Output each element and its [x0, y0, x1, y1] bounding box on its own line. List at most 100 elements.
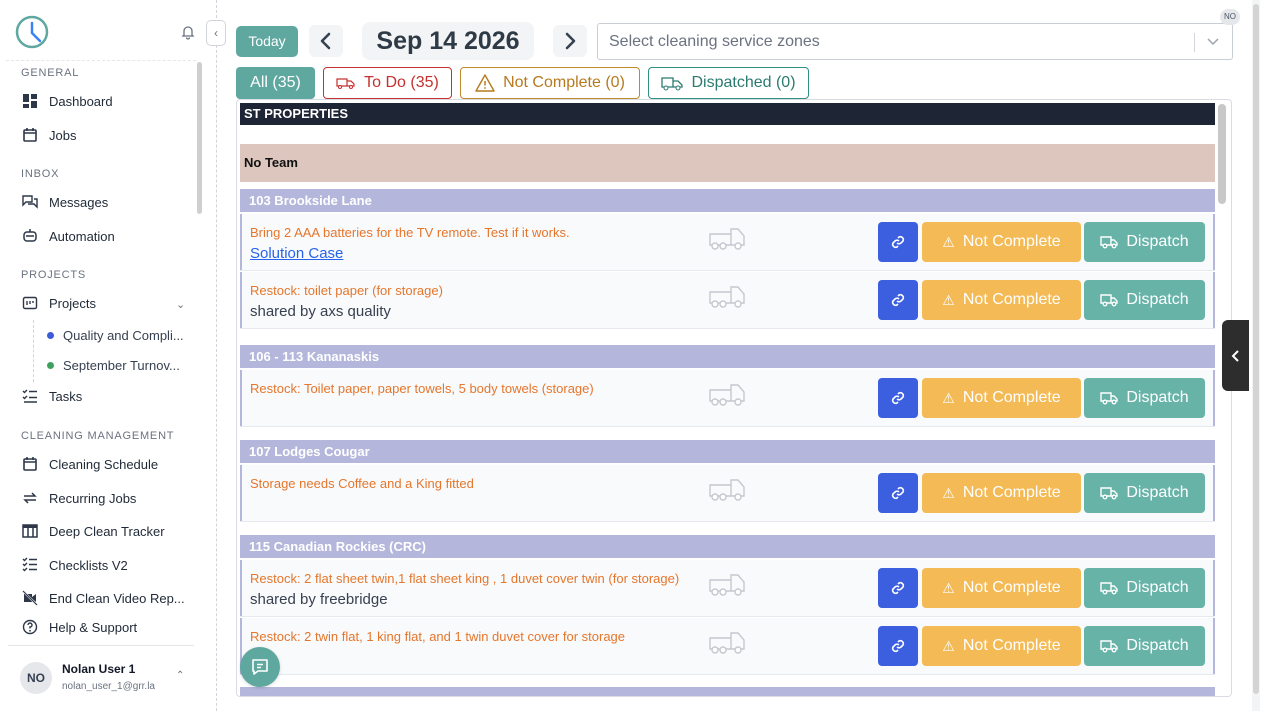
section-projects: PROJECTS — [21, 269, 87, 281]
property-header: 103 Brookside Lane — [240, 189, 1215, 212]
sidebar-item-recurring-jobs[interactable]: Recurring Jobs — [21, 487, 136, 509]
copy-link-button[interactable] — [878, 378, 918, 418]
next-day-button[interactable] — [553, 25, 587, 57]
calendar-icon — [21, 126, 39, 144]
tasks-icon — [21, 387, 39, 405]
not-complete-button[interactable]: ⚠ Not Complete — [922, 222, 1081, 262]
service-zone-select[interactable]: Select cleaning service zones — [597, 23, 1233, 60]
tab-dispatched[interactable]: Dispatched (0) — [648, 67, 809, 99]
not-complete-button[interactable]: ⚠ Not Complete — [922, 568, 1081, 608]
truck-icon — [709, 226, 745, 250]
shared-by-text: shared by freebridge — [250, 591, 388, 608]
copy-link-button[interactable] — [878, 626, 918, 666]
warning-icon: ⚠ — [942, 291, 955, 308]
collapse-sidebar-button[interactable]: ‹ — [206, 20, 226, 46]
repeat-icon — [21, 489, 39, 507]
not-complete-button[interactable]: ⚠ Not Complete — [922, 473, 1081, 513]
sidebar-item-deep-clean[interactable]: Deep Clean Tracker — [21, 520, 165, 542]
user-email: nolan_user_1@grr.la — [62, 681, 155, 692]
dispatch-button[interactable]: Dispatch — [1084, 568, 1205, 608]
task-description: Restock: Toilet paper, paper towels, 5 b… — [250, 381, 594, 396]
chevron-down-icon[interactable] — [1205, 33, 1221, 49]
sidebar-item-end-clean-video[interactable]: End Clean Video Rep... — [21, 587, 185, 609]
today-button[interactable]: Today — [236, 26, 298, 57]
copy-link-button[interactable] — [878, 280, 918, 320]
warning-icon: ⚠ — [942, 389, 955, 406]
button-label: Not Complete — [962, 484, 1061, 501]
robot-icon — [21, 227, 39, 245]
not-complete-button[interactable]: ⚠ Not Complete — [922, 626, 1081, 666]
previous-day-button[interactable] — [309, 25, 343, 57]
chevron-up-icon[interactable]: ⌃ — [176, 670, 184, 681]
sidebar-item-label: Tasks — [49, 388, 83, 404]
link-icon — [891, 235, 905, 249]
dispatch-button[interactable]: Dispatch — [1084, 473, 1205, 513]
sidebar-item-messages[interactable]: Messages — [21, 191, 108, 213]
schedule-board: ST PROPERTIES No Team 103 Brookside Lane… — [236, 99, 1232, 697]
dispatch-button[interactable]: Dispatch — [1084, 626, 1205, 666]
project-color-dot — [47, 362, 54, 369]
button-label: Dispatch — [1126, 291, 1189, 308]
tab-label: Not Complete (0) — [503, 74, 625, 91]
chat-button[interactable] — [240, 647, 280, 687]
link-icon — [891, 293, 905, 307]
link-icon — [891, 639, 905, 653]
sidebar-item-automation[interactable]: Automation — [21, 225, 115, 247]
copy-link-button[interactable] — [878, 473, 918, 513]
sidebar-item-projects[interactable]: Projects — [21, 292, 96, 314]
sidebar-item-cleaning-schedule[interactable]: Cleaning Schedule — [21, 453, 158, 475]
not-complete-button[interactable]: ⚠ Not Complete — [922, 280, 1081, 320]
sidebar-item-help[interactable]: Help & Support — [21, 616, 137, 638]
user-initials-badge[interactable]: NO — [1220, 9, 1240, 25]
shared-by-text: shared by axs quality — [250, 303, 391, 320]
tab-todo[interactable]: To Do (35) — [323, 67, 452, 99]
sidebar-item-checklists[interactable]: Checklists V2 — [21, 554, 128, 576]
sidebar-scrollbar[interactable] — [197, 62, 202, 214]
sidebar-project-september[interactable]: September Turnov... — [47, 358, 180, 373]
sidebar-item-dashboard[interactable]: Dashboard — [21, 90, 113, 112]
button-label: Not Complete — [962, 637, 1061, 654]
sidebar-item-jobs[interactable]: Jobs — [21, 124, 76, 146]
calendar-icon — [21, 455, 39, 473]
dispatch-button[interactable]: Dispatch — [1084, 222, 1205, 262]
not-complete-button[interactable]: ⚠ Not Complete — [922, 378, 1081, 418]
property-header: 115 Canadian Rockies (CRC) — [240, 535, 1215, 558]
dashboard-icon — [21, 92, 39, 110]
tab-all[interactable]: All (35) — [236, 67, 315, 99]
app-logo-icon[interactable] — [14, 14, 50, 50]
sidebar-item-tasks[interactable]: Tasks — [21, 385, 82, 407]
property-header: 107 Lodges Cougar — [240, 440, 1215, 463]
dispatch-button[interactable]: Dispatch — [1084, 280, 1205, 320]
button-label: Not Complete — [962, 291, 1061, 308]
subtree-line — [33, 320, 34, 382]
task-row: Restock: toilet paper (for storage) shar… — [240, 272, 1215, 329]
help-icon — [21, 618, 39, 636]
sidebar-project-quality[interactable]: Quality and Compli... — [47, 328, 184, 343]
organization-header: ST PROPERTIES — [240, 103, 1215, 125]
tab-label: All (35) — [250, 74, 301, 91]
project-label: Quality and Compli... — [63, 328, 184, 343]
truck-icon — [336, 78, 355, 89]
current-date[interactable]: Sep 14 2026 — [362, 22, 534, 60]
sidebar-item-label: Dashboard — [49, 93, 113, 109]
user-profile-card[interactable]: NO Nolan User 1 nolan_user_1@grr.la ⌃ — [8, 645, 194, 707]
page-scrollbar[interactable] — [1253, 4, 1259, 694]
link-icon — [891, 581, 905, 595]
side-panel-toggle[interactable] — [1222, 320, 1249, 391]
copy-link-button[interactable] — [878, 222, 918, 262]
button-label: Dispatch — [1126, 579, 1189, 596]
solution-case-link[interactable]: Solution Case — [250, 245, 343, 262]
dispatch-truck-icon — [661, 77, 684, 91]
task-description: Restock: 2 flat sheet twin,1 flat sheet … — [250, 571, 680, 586]
bell-icon[interactable] — [180, 24, 196, 40]
property-header: 106 - 113 Kananaskis — [240, 345, 1215, 368]
chevron-down-icon[interactable]: ⌄ — [176, 298, 185, 311]
board-scrollbar[interactable] — [1218, 104, 1226, 204]
dispatch-button[interactable]: Dispatch — [1084, 378, 1205, 418]
truck-icon — [1100, 582, 1119, 595]
copy-link-button[interactable] — [878, 568, 918, 608]
warning-icon: ⚠ — [942, 579, 955, 596]
truck-icon — [1100, 236, 1119, 249]
warning-icon: ⚠ — [942, 637, 955, 654]
tab-not-complete[interactable]: Not Complete (0) — [460, 67, 640, 99]
